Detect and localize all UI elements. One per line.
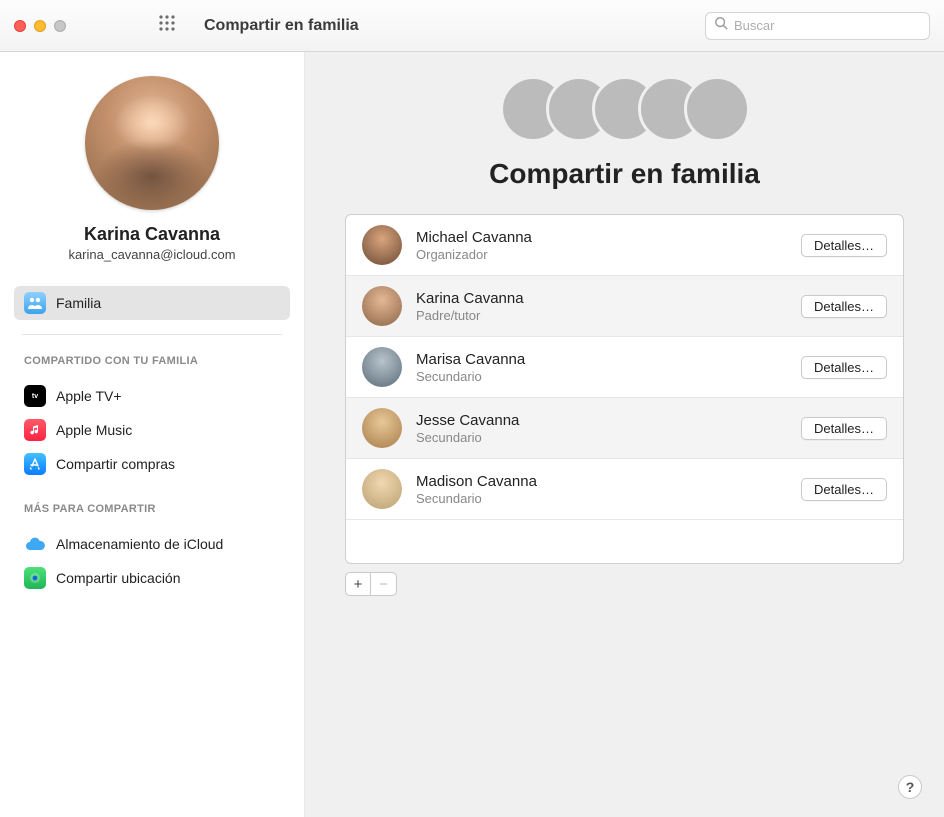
add-member-button[interactable]: + <box>345 572 371 596</box>
search-box[interactable] <box>705 12 930 40</box>
member-role: Secundario <box>416 430 787 445</box>
sidebar-header-more: Más para compartir <box>0 489 304 519</box>
member-name: Marisa Cavanna <box>416 351 787 368</box>
member-name: Madison Cavanna <box>416 473 787 490</box>
details-button[interactable]: Detalles… <box>801 478 887 501</box>
remove-member-button[interactable]: − <box>371 572 397 596</box>
sidebar-item-label: Compartir compras <box>56 456 175 472</box>
window-controls <box>14 20 66 32</box>
profile-name: Karina Cavanna <box>20 224 284 245</box>
sidebar-item-icloud-storage[interactable]: Almacenamiento de iCloud <box>14 527 290 561</box>
sidebar-item-label: Familia <box>56 295 101 311</box>
divider <box>22 334 282 335</box>
close-button[interactable] <box>14 20 26 32</box>
sidebar-item-compartir-compras[interactable]: Compartir compras <box>14 447 290 481</box>
search-input[interactable] <box>734 18 921 33</box>
profile-section: Karina Cavanna karina_cavanna@icloud.com <box>0 76 304 278</box>
details-button[interactable]: Detalles… <box>801 295 887 318</box>
profile-avatar[interactable] <box>85 76 219 210</box>
family-icon <box>24 292 46 314</box>
apple-tv-icon: tv <box>24 385 46 407</box>
sidebar-item-label: Apple Music <box>56 422 132 438</box>
avatar <box>684 76 750 142</box>
member-avatar <box>362 347 402 387</box>
help-button[interactable]: ? <box>898 775 922 799</box>
sidebar-item-label: Compartir ubicación <box>56 570 181 586</box>
member-role: Organizador <box>416 247 787 262</box>
member-role: Secundario <box>416 491 787 506</box>
member-avatar <box>362 286 402 326</box>
list-controls: + − <box>345 572 904 596</box>
icloud-icon <box>24 533 46 555</box>
app-store-icon <box>24 453 46 475</box>
main-title: Compartir en familia <box>345 158 904 190</box>
details-button[interactable]: Detalles… <box>801 234 887 257</box>
details-button[interactable]: Detalles… <box>801 417 887 440</box>
sidebar-header-shared: Compartido con tu familia <box>0 341 304 371</box>
apple-music-icon <box>24 419 46 441</box>
member-row[interactable]: Michael Cavanna Organizador Detalles… <box>346 215 903 276</box>
sidebar: Karina Cavanna karina_cavanna@icloud.com… <box>0 52 305 817</box>
member-row[interactable]: Marisa Cavanna Secundario Detalles… <box>346 337 903 398</box>
sidebar-item-apple-tv[interactable]: tv Apple TV+ <box>14 379 290 413</box>
member-role: Secundario <box>416 369 787 384</box>
member-avatar <box>362 408 402 448</box>
member-row[interactable]: Jesse Cavanna Secundario Detalles… <box>346 398 903 459</box>
member-list: Michael Cavanna Organizador Detalles… Ka… <box>345 214 904 564</box>
window-title: Compartir en familia <box>204 17 697 35</box>
apps-grid-icon[interactable] <box>158 14 176 37</box>
maximize-button[interactable] <box>54 20 66 32</box>
details-button[interactable]: Detalles… <box>801 356 887 379</box>
member-avatar <box>362 225 402 265</box>
member-name: Karina Cavanna <box>416 290 787 307</box>
sidebar-item-label: Almacenamiento de iCloud <box>56 536 223 552</box>
find-my-icon <box>24 567 46 589</box>
member-name: Michael Cavanna <box>416 229 787 246</box>
profile-email: karina_cavanna@icloud.com <box>20 247 284 262</box>
member-avatar <box>362 469 402 509</box>
family-avatar-stack <box>345 76 904 142</box>
minimize-button[interactable] <box>34 20 46 32</box>
titlebar: Compartir en familia <box>0 0 944 52</box>
member-row[interactable]: Karina Cavanna Padre/tutor Detalles… <box>346 276 903 337</box>
sidebar-item-share-location[interactable]: Compartir ubicación <box>14 561 290 595</box>
member-name: Jesse Cavanna <box>416 412 787 429</box>
main-pane: Compartir en familia Michael Cavanna Org… <box>305 52 944 817</box>
nav-arrows <box>106 17 128 35</box>
member-role: Padre/tutor <box>416 308 787 323</box>
sidebar-item-label: Apple TV+ <box>56 388 122 404</box>
sidebar-item-apple-music[interactable]: Apple Music <box>14 413 290 447</box>
search-icon <box>714 16 728 35</box>
member-row[interactable]: Madison Cavanna Secundario Detalles… <box>346 459 903 520</box>
sidebar-item-familia[interactable]: Familia <box>14 286 290 320</box>
